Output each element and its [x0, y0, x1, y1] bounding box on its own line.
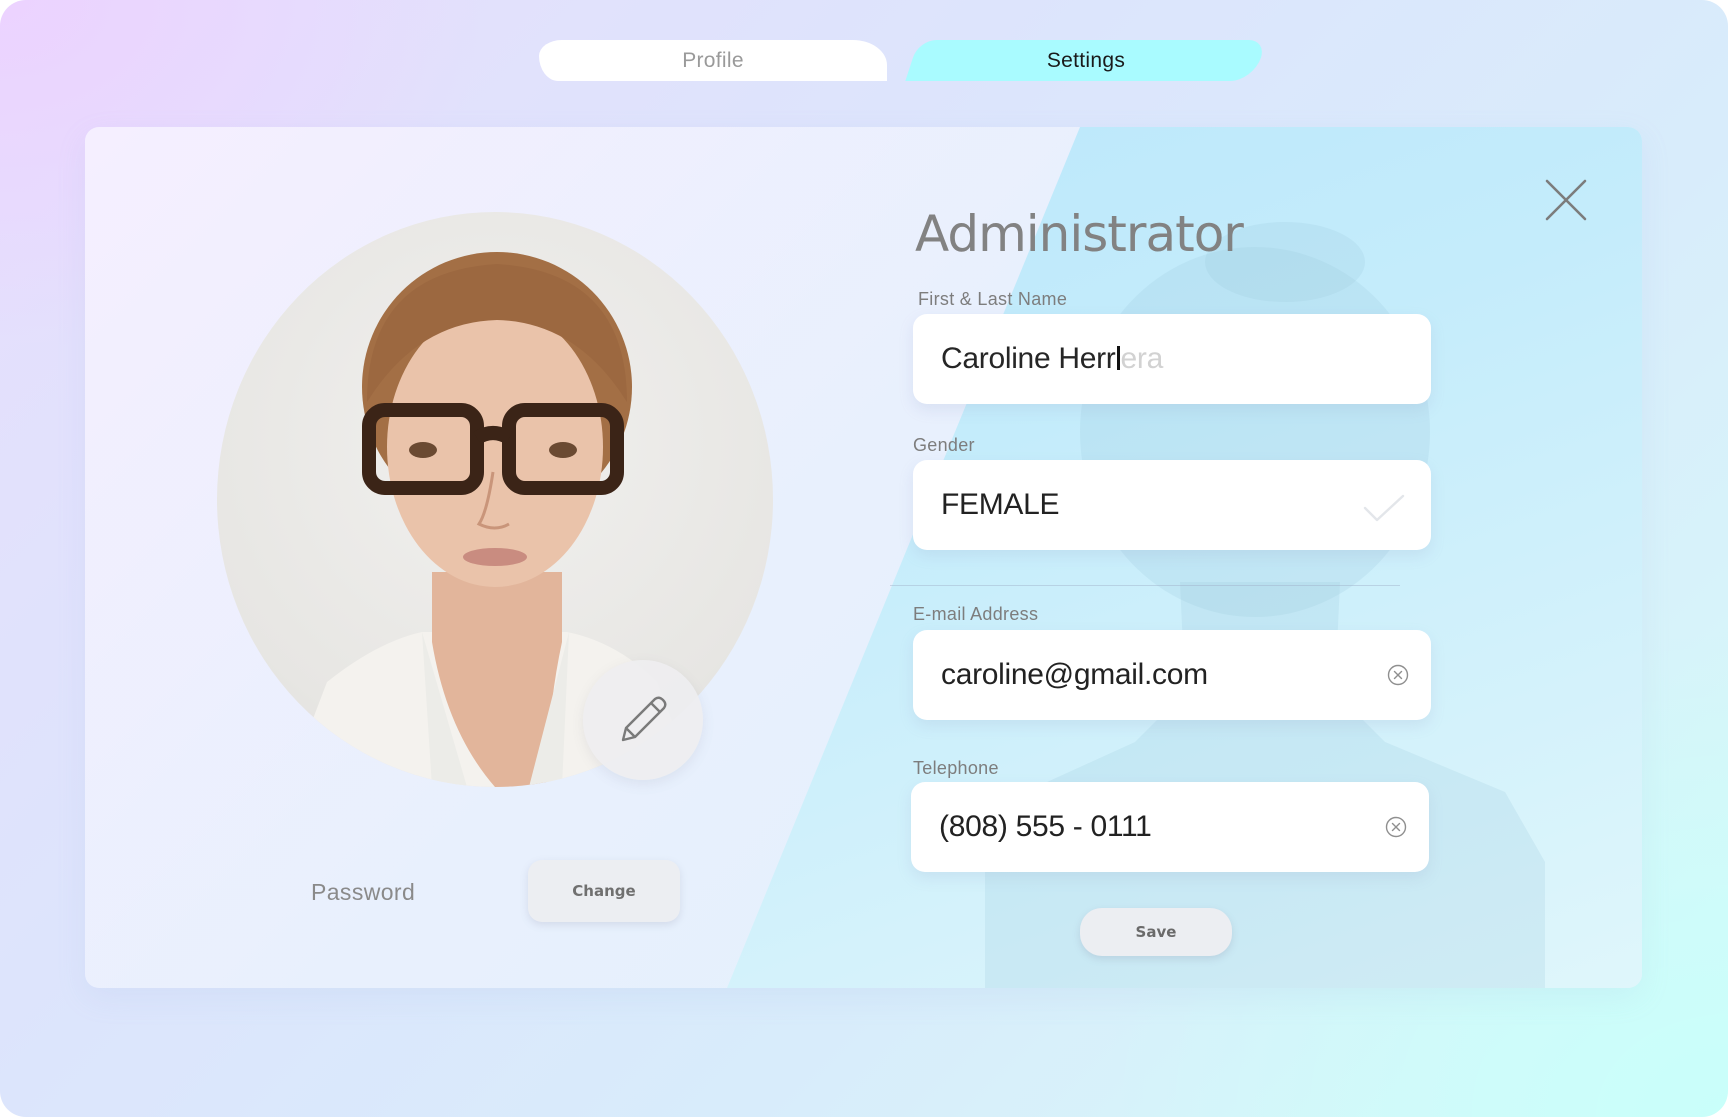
gender-label: Gender [913, 435, 975, 455]
app-window: Profile Settings Password Change Adminis… [0, 0, 1728, 1117]
clear-telephone-icon[interactable] [1385, 816, 1407, 838]
gender-select[interactable]: FEMALE [913, 460, 1431, 550]
name-label: First & Last Name [918, 289, 1068, 309]
tab-profile-label: Profile [682, 48, 744, 72]
page-title: Administrator [915, 205, 1244, 263]
profile-card: Password Change Administrator First & La… [85, 127, 1642, 988]
section-divider [890, 585, 1400, 586]
email-label: E-mail Address [913, 604, 1039, 624]
check-icon [1363, 494, 1405, 522]
name-value: Caroline Herr era [941, 342, 1163, 376]
name-input[interactable]: Caroline Herr era [913, 314, 1431, 404]
name-typed-text: Caroline Herr [941, 342, 1116, 375]
close-button[interactable] [1545, 179, 1587, 221]
text-cursor [1116, 346, 1120, 370]
change-password-button[interactable]: Change [528, 860, 680, 922]
email-value: caroline@gmail.com [941, 658, 1208, 691]
tab-settings-label: Settings [1046, 48, 1126, 72]
name-autocomplete-suggestion: era [1120, 342, 1164, 375]
close-icon [1545, 179, 1587, 221]
gender-value: FEMALE [941, 488, 1060, 521]
tab-profile[interactable]: Profile [539, 40, 887, 81]
telephone-value: (808) 555 - 0111 [939, 810, 1152, 843]
telephone-label: Telephone [913, 758, 999, 778]
clear-email-icon[interactable] [1387, 664, 1409, 686]
edit-avatar-button[interactable] [583, 660, 703, 780]
telephone-input[interactable]: (808) 555 - 0111 [911, 782, 1429, 872]
tab-settings[interactable]: Settings [905, 40, 1267, 81]
email-input[interactable]: caroline@gmail.com [913, 630, 1431, 720]
pencil-icon [621, 696, 667, 742]
password-label: Password [311, 879, 416, 905]
save-button[interactable]: Save [1080, 908, 1232, 956]
